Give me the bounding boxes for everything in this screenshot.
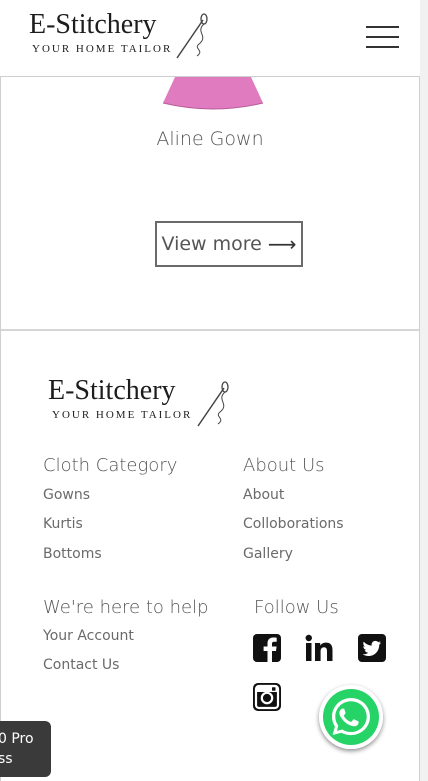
- section-divider: [1, 329, 419, 331]
- follow-us-title: Follow Us: [254, 597, 339, 618]
- help-title: We're here to help: [43, 597, 209, 618]
- arrow-right-icon: ⟶: [267, 232, 297, 256]
- footer-link-colloborations[interactable]: Colloborations: [243, 516, 344, 532]
- badge-line-2: ss: [0, 751, 13, 767]
- instagram-icon[interactable]: [253, 683, 281, 711]
- header-logo[interactable]: E-Stitchery YOUR HOME TAILOR: [29, 9, 208, 59]
- logo-brand: E-Stitchery: [29, 9, 157, 40]
- footer-link-contact-us[interactable]: Contact Us: [43, 657, 119, 673]
- footer-logo-brand: E-Stitchery: [48, 375, 176, 406]
- site-header: E-Stitchery YOUR HOME TAILOR: [0, 0, 420, 77]
- footer-logo-tagline: YOUR HOME TAILOR: [52, 409, 193, 421]
- logo-tagline: YOUR HOME TAILOR: [32, 43, 173, 55]
- twitter-icon[interactable]: [358, 634, 386, 662]
- whatsapp-icon[interactable]: [319, 685, 383, 749]
- view-more-label: View more: [161, 233, 262, 255]
- footer-link-gowns[interactable]: Gowns: [43, 487, 90, 503]
- needle-thread-icon: [176, 13, 208, 59]
- footer-link-gallery[interactable]: Gallery: [243, 546, 293, 562]
- badge-line-1: 0 Pro: [0, 731, 34, 747]
- view-more-button[interactable]: View more ⟶: [155, 221, 303, 267]
- gown-image[interactable]: [163, 77, 263, 110]
- footer-logo[interactable]: E-Stitchery YOUR HOME TAILOR: [48, 375, 229, 427]
- footer-link-your-account[interactable]: Your Account: [43, 628, 134, 644]
- about-us-title: About Us: [243, 455, 325, 476]
- overlay-badge[interactable]: 0 Pro ss: [0, 721, 51, 777]
- product-name[interactable]: Aline Gown: [0, 128, 420, 150]
- footer-link-kurtis[interactable]: Kurtis: [43, 516, 83, 532]
- linkedin-icon[interactable]: [305, 634, 333, 662]
- scrollbar[interactable]: [420, 0, 428, 781]
- cloth-category-title: Cloth Category: [43, 455, 178, 476]
- footer-link-bottoms[interactable]: Bottoms: [43, 546, 102, 562]
- needle-thread-icon: [197, 381, 229, 427]
- facebook-icon[interactable]: [253, 634, 281, 662]
- hamburger-menu-icon[interactable]: [366, 26, 399, 48]
- footer-link-about[interactable]: About: [243, 487, 284, 503]
